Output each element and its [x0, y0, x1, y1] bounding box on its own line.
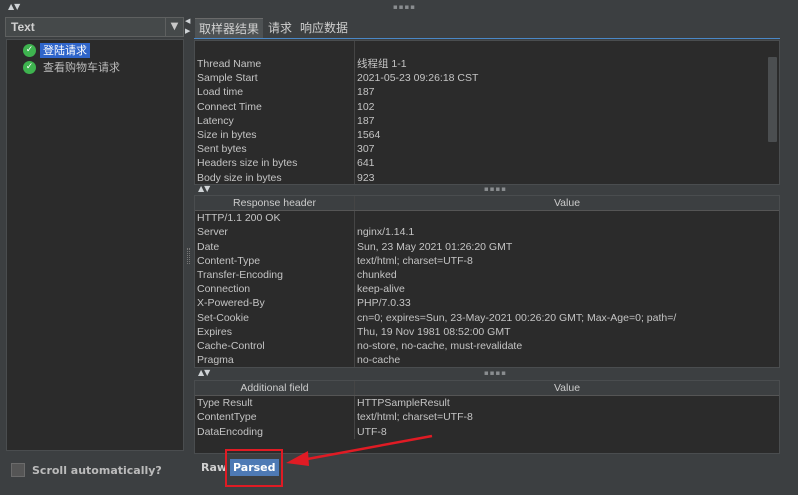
table-row[interactable]: Date Sun, 23 May 2021 01:26:20 GMT	[195, 239, 779, 254]
collapse-left-icon[interactable]: ◀	[185, 17, 190, 25]
sampler-rows: Thread Name 线程组 1-1 Sample Start 2021-05-2…	[195, 57, 779, 184]
table-row[interactable]: Set-Cookie cn=0; expires=Sun, 23-May-2021…	[195, 310, 779, 325]
table-header: Response header Value	[195, 196, 779, 212]
table-row[interactable]: Connect Time 102	[195, 99, 779, 114]
column-header[interactable]: Response header	[195, 196, 355, 211]
splitter-grip-icon[interactable]: ▪▪▪▪	[484, 370, 507, 377]
splitter-grip-icon[interactable]	[187, 248, 190, 264]
tree-item-cart-request[interactable]: ✓ 查看购物车请求	[23, 59, 123, 75]
splitter-grip-icon[interactable]: ▪▪▪▪	[484, 186, 507, 193]
sampler-result-table[interactable]: Thread Name 线程组 1-1 Sample Start 2021-05-2…	[194, 40, 780, 185]
table-row[interactable]: Sample Start 2021-05-23 09:26:18 CST	[195, 71, 779, 86]
table-row[interactable]: Headers size in bytes 641	[195, 156, 779, 171]
table-row	[195, 41, 779, 57]
table-row[interactable]: Server nginx/1.14.1	[195, 225, 779, 240]
table-row[interactable]: Content-Type text/html; charset=UTF-8	[195, 253, 779, 268]
section-splitter[interactable]: ▲▼ ▪▪▪▪	[194, 369, 780, 378]
expand-collapse-arrows-icon[interactable]: ▲▼	[8, 3, 20, 11]
success-check-icon: ✓	[23, 43, 36, 57]
table-row[interactable]: Pragma no-cache	[195, 353, 779, 367]
expand-collapse-arrows-icon[interactable]: ▲▼	[198, 185, 210, 193]
table-row[interactable]: Size in bytes 1564	[195, 127, 779, 143]
tree-item-label: 登陆请求	[40, 42, 90, 58]
table-row[interactable]: HTTP/1.1 200 OK	[195, 211, 779, 226]
table-row[interactable]: Load time 187	[195, 85, 779, 100]
tab-request[interactable]: 请求	[264, 18, 297, 38]
table-row[interactable]: X-Powered-By PHP/7.0.33	[195, 296, 779, 311]
section-splitter[interactable]: ▲▼ ▪▪▪▪	[194, 185, 780, 194]
scroll-automatically-label: Scroll automatically?	[32, 463, 162, 477]
table-row[interactable]: Connection keep-alive	[195, 282, 779, 297]
checkbox-box[interactable]	[11, 463, 25, 477]
splitter-grip-icon[interactable]: ▪▪▪▪	[393, 4, 416, 11]
table-row[interactable]: Expires Thu, 19 Nov 1981 08:52:00 GMT	[195, 324, 779, 339]
renderer-select[interactable]: Text ▼	[5, 17, 184, 37]
table-row[interactable]: Cache-Control no-store, no-cache, must-re…	[195, 338, 779, 354]
table-row[interactable]: Body size in bytes 923	[195, 170, 779, 184]
collapse-right-icon[interactable]: ▶	[185, 27, 190, 35]
success-check-icon: ✓	[23, 60, 36, 74]
tree-item-label: 查看购物车请求	[43, 60, 120, 74]
table-header: Additional field Value	[195, 381, 779, 397]
table-row[interactable]: Transfer-Encoding chunked	[195, 267, 779, 283]
table-row[interactable]: Latency 187	[195, 113, 779, 128]
expand-collapse-arrows-icon[interactable]: ▲▼	[198, 369, 210, 377]
column-header[interactable]: Value	[355, 381, 779, 395]
table-row[interactable]: Type Result HTTPSampleResult	[195, 396, 779, 411]
tab-response-data[interactable]: 响应数据	[296, 18, 353, 38]
highlight-box	[225, 449, 283, 487]
tree-item-login-request[interactable]: ✓ 登陆请求	[23, 42, 90, 58]
renderer-select-value: Text	[11, 20, 35, 34]
vertical-scrollbar[interactable]	[768, 57, 777, 142]
table-row[interactable]: Sent bytes 307	[195, 142, 779, 157]
result-tree[interactable]: ✓ 登陆请求 ✓ 查看购物车请求	[6, 39, 184, 451]
chevron-down-icon[interactable]: ▼	[165, 18, 183, 36]
response-header-table[interactable]: Response header Value HTTP/1.1 200 OK Se…	[194, 195, 780, 368]
table-row[interactable]: Thread Name 线程组 1-1	[195, 57, 779, 72]
arrow-shaft	[301, 434, 433, 462]
top-splitter-bar[interactable]: ▲▼ ▪▪▪▪	[0, 0, 798, 13]
column-header[interactable]: Additional field	[195, 381, 355, 396]
scroll-automatically-checkbox[interactable]: Scroll automatically?	[11, 463, 162, 477]
arrow-head	[286, 451, 309, 466]
tab-underline	[194, 38, 780, 39]
table-row[interactable]: ContentType text/html; charset=UTF-8	[195, 410, 779, 425]
tab-sampler-result[interactable]: 取样器结果	[195, 18, 264, 38]
column-header[interactable]: Value	[355, 196, 779, 210]
red-arrow-icon	[286, 434, 433, 466]
